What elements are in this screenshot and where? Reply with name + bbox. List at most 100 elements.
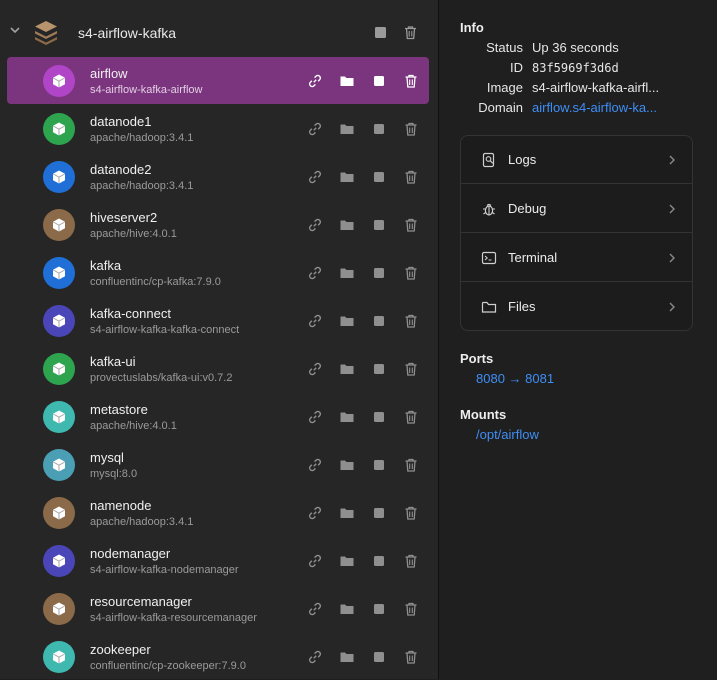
container-row-hiveserver2[interactable]: hiveserver2 apache/hive:4.0.1	[7, 201, 429, 248]
folder-icon[interactable]	[339, 217, 355, 233]
container-name: datanode1	[90, 114, 152, 129]
stop-icon[interactable]	[371, 265, 387, 281]
container-image: mysql:8.0	[90, 468, 138, 480]
port-mapping-link[interactable]: 8080 → 8081	[476, 371, 554, 386]
folder-icon[interactable]	[339, 73, 355, 89]
folder-icon[interactable]	[339, 313, 355, 329]
stop-icon[interactable]	[371, 409, 387, 425]
bug-icon	[483, 203, 495, 216]
container-image: s4-airflow-kafka-nodemanager	[90, 564, 239, 576]
container-image: confluentinc/cp-zookeeper:7.9.0	[90, 660, 246, 672]
container-name: zookeeper	[90, 642, 151, 657]
open-link-icon[interactable]	[307, 553, 323, 569]
container-row-namenode[interactable]: namenode apache/hadoop:3.4.1	[7, 489, 429, 536]
container-row-airflow[interactable]: airflow s4-airflow-kafka-airflow	[7, 57, 429, 104]
id-label: ID	[510, 60, 523, 75]
container-image: apache/hadoop:3.4.1	[90, 180, 194, 192]
terminal-action[interactable]: Terminal	[461, 234, 692, 282]
open-link-icon[interactable]	[307, 265, 323, 281]
trash-icon[interactable]	[403, 361, 419, 377]
open-link-icon[interactable]	[307, 217, 323, 233]
folder-icon[interactable]	[339, 457, 355, 473]
container-row-kafka[interactable]: kafka confluentinc/cp-kafka:7.9.0	[7, 249, 429, 296]
folder-icon[interactable]	[339, 361, 355, 377]
files-action[interactable]: Files	[461, 283, 692, 331]
open-link-icon[interactable]	[307, 73, 323, 89]
container-row-nodemanager[interactable]: nodemanager s4-airflow-kafka-nodemanager	[7, 537, 429, 584]
folder-icon[interactable]	[339, 601, 355, 617]
open-link-icon[interactable]	[307, 313, 323, 329]
stop-icon[interactable]	[371, 169, 387, 185]
container-image: s4-airflow-kafka-airflow	[90, 84, 203, 96]
group-row[interactable]: s4-airflow-kafka	[0, 10, 438, 56]
id-value[interactable]: 83f5969f3d6d	[532, 61, 619, 75]
container-cube-icon	[43, 209, 75, 241]
stop-icon[interactable]	[371, 457, 387, 473]
stop-icon[interactable]	[373, 25, 388, 40]
open-link-icon[interactable]	[307, 121, 323, 137]
folder-icon[interactable]	[339, 121, 355, 137]
mount-path-link[interactable]: /opt/airflow	[476, 427, 539, 442]
open-link-icon[interactable]	[307, 505, 323, 521]
container-row-mysql[interactable]: mysql mysql:8.0	[7, 441, 429, 488]
trash-icon[interactable]	[403, 313, 419, 329]
logs-action[interactable]: Logs	[461, 136, 692, 184]
stop-icon[interactable]	[371, 505, 387, 521]
stop-icon[interactable]	[371, 601, 387, 617]
stack-icon	[35, 21, 57, 45]
folder-icon[interactable]	[339, 169, 355, 185]
container-cube-icon	[43, 257, 75, 289]
container-cube-icon	[43, 161, 75, 193]
open-link-icon[interactable]	[307, 649, 323, 665]
open-link-icon[interactable]	[307, 601, 323, 617]
trash-icon[interactable]	[403, 553, 419, 569]
trash-icon[interactable]	[403, 25, 418, 40]
folder-icon[interactable]	[339, 553, 355, 569]
trash-icon[interactable]	[403, 601, 419, 617]
chevron-down-icon[interactable]	[9, 24, 21, 36]
image-value[interactable]: s4-airflow-kafka-airfl...	[532, 80, 659, 95]
container-image: apache/hadoop:3.4.1	[90, 132, 194, 144]
container-row-zookeeper[interactable]: zookeeper confluentinc/cp-zookeeper:7.9.0	[7, 633, 429, 680]
container-row-datanode1[interactable]: datanode1 apache/hadoop:3.4.1	[7, 105, 429, 152]
container-cube-icon	[43, 593, 75, 625]
stop-icon[interactable]	[371, 313, 387, 329]
stop-icon[interactable]	[371, 121, 387, 137]
domain-link[interactable]: airflow.s4-airflow-ka...	[532, 100, 657, 115]
container-row-resourcemanager[interactable]: resourcemanager s4-airflow-kafka-resource…	[7, 585, 429, 632]
folder-icon[interactable]	[339, 409, 355, 425]
open-link-icon[interactable]	[307, 169, 323, 185]
stop-icon[interactable]	[371, 361, 387, 377]
stop-icon[interactable]	[371, 73, 387, 89]
container-name: mysql	[90, 450, 124, 465]
container-row-metastore[interactable]: metastore apache/hive:4.0.1	[7, 393, 429, 440]
container-row-kafka-connect[interactable]: kafka-connect s4-airflow-kafka-kafka-conn…	[7, 297, 429, 344]
chevron-right-icon	[669, 204, 675, 214]
trash-icon[interactable]	[403, 121, 419, 137]
folder-icon[interactable]	[339, 265, 355, 281]
trash-icon[interactable]	[403, 649, 419, 665]
trash-icon[interactable]	[403, 409, 419, 425]
trash-icon[interactable]	[403, 505, 419, 521]
trash-icon[interactable]	[403, 457, 419, 473]
debug-label: Debug	[508, 201, 547, 216]
folder-icon[interactable]	[339, 649, 355, 665]
container-row-kafka-ui[interactable]: kafka-ui provectuslabs/kafka-ui:v0.7.2	[7, 345, 429, 392]
open-link-icon[interactable]	[307, 409, 323, 425]
folder-icon[interactable]	[339, 505, 355, 521]
container-list-pane: s4-airflow-kafka airflow s4-airflow-kafka…	[0, 0, 438, 679]
trash-icon[interactable]	[403, 217, 419, 233]
stop-icon[interactable]	[371, 553, 387, 569]
container-name: kafka	[90, 258, 122, 273]
trash-icon[interactable]	[403, 73, 419, 89]
container-cube-icon	[43, 497, 75, 529]
container-row-datanode2[interactable]: datanode2 apache/hadoop:3.4.1	[7, 153, 429, 200]
open-link-icon[interactable]	[307, 361, 323, 377]
stop-icon[interactable]	[371, 217, 387, 233]
container-cube-icon	[43, 545, 75, 577]
trash-icon[interactable]	[403, 169, 419, 185]
trash-icon[interactable]	[403, 265, 419, 281]
open-link-icon[interactable]	[307, 457, 323, 473]
debug-action[interactable]: Debug	[461, 185, 692, 233]
stop-icon[interactable]	[371, 649, 387, 665]
